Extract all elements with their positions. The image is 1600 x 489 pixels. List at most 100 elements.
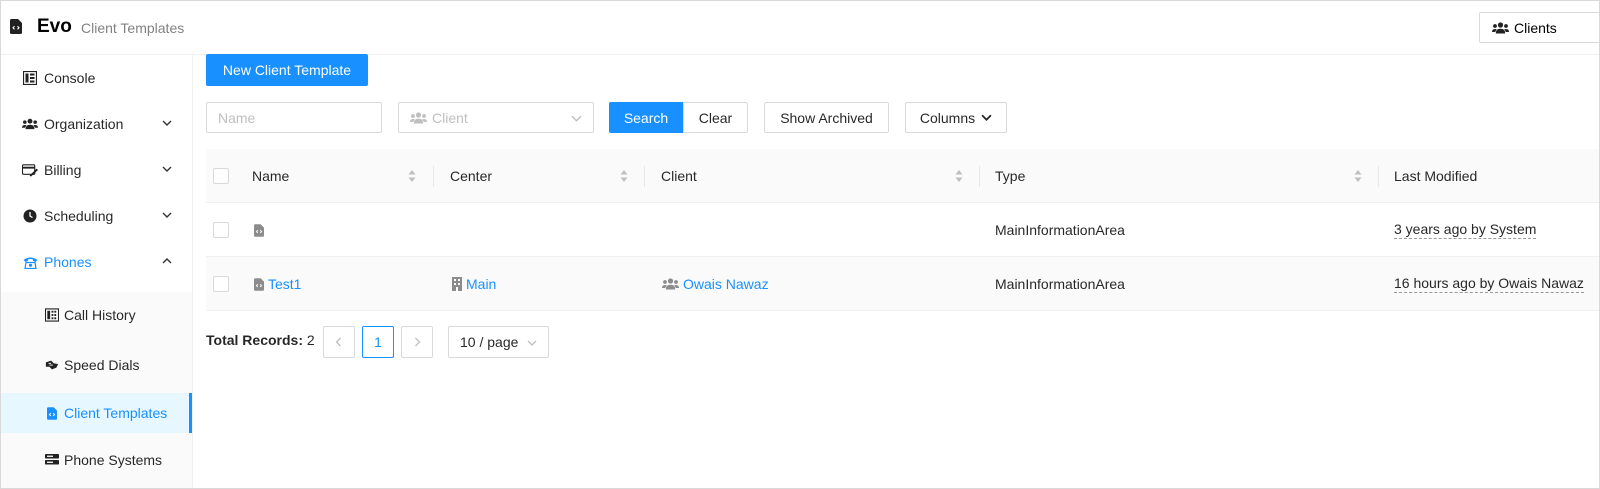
app-brand[interactable]: Evo [37, 16, 72, 38]
file-code-icon [45, 406, 59, 420]
sidebar-item-organization[interactable]: Organization [1, 101, 192, 147]
chevron-down-icon [162, 212, 172, 218]
chevron-down-icon [162, 120, 172, 126]
sidebar-item-phone-systems[interactable]: Phone Systems [1, 437, 192, 483]
console-icon [22, 70, 38, 86]
next-page-button[interactable] [401, 326, 433, 358]
type-cell: MainInformationArea [995, 276, 1125, 292]
select-all-checkbox[interactable] [213, 168, 229, 184]
submenu-item-label: Phone Systems [64, 452, 163, 468]
type-cell: MainInformationArea [995, 222, 1125, 238]
file-code-icon [252, 277, 266, 291]
submenu-item-label: Call History [64, 307, 136, 323]
column-divider [433, 166, 434, 187]
prev-page-button[interactable] [323, 326, 355, 358]
last-modified-cell: 16 hours ago by Owais Nawaz [1394, 257, 1584, 311]
client-link[interactable]: Owais Nawaz [683, 276, 769, 292]
sidebar-item-label: Console [44, 70, 96, 86]
chevron-down-icon [981, 114, 992, 121]
columns-button[interactable]: Columns [905, 102, 1007, 133]
file-code-icon [10, 19, 22, 34]
table-row[interactable]: MainInformationArea 3 years ago by Syste… [206, 203, 1599, 257]
table-header: Name Center Client Type Last Modified [206, 149, 1599, 203]
column-header-client[interactable]: Client [661, 149, 697, 203]
file-code-icon [252, 223, 266, 237]
speed-dial-icon [45, 358, 59, 372]
call-history-icon [45, 308, 59, 322]
column-header-last-modified[interactable]: Last Modified [1394, 149, 1477, 203]
users-icon [410, 111, 427, 124]
sort-icon[interactable] [1354, 169, 1362, 183]
column-header-type[interactable]: Type [995, 149, 1025, 203]
center-cell: Main [450, 257, 496, 311]
users-icon [1492, 21, 1509, 33]
sidebar-item-client-templates[interactable]: Client Templates [1, 393, 192, 433]
client-cell: Owais Nawaz [661, 257, 769, 311]
sidebar-item-label: Scheduling [44, 208, 114, 224]
select-all-cell [213, 149, 233, 203]
billing-icon [22, 162, 38, 178]
sort-icon[interactable] [620, 169, 628, 183]
total-records-value: 2 [306, 332, 315, 348]
column-divider [1378, 166, 1379, 187]
row-checkbox[interactable] [213, 276, 229, 292]
sort-icon[interactable] [408, 169, 416, 183]
app-frame: Evo Client Templates Clients Console Org… [0, 0, 1600, 489]
chevron-down-icon [162, 166, 172, 172]
phones-submenu: Call History Speed Dials Client Template… [1, 292, 192, 488]
column-header-name[interactable]: Name [252, 149, 289, 203]
column-header-center[interactable]: Center [450, 149, 492, 203]
sidebar: Console Organization Billing Scheduling [1, 55, 193, 488]
phone-icon [22, 254, 38, 270]
breadcrumb: Client Templates [81, 20, 185, 36]
sidebar-item-speed-dials[interactable]: Speed Dials [1, 342, 192, 388]
server-icon [45, 453, 59, 467]
sort-icon[interactable] [955, 169, 963, 183]
last-modified-text[interactable]: 16 hours ago by Owais Nawaz [1394, 275, 1584, 293]
submenu-item-label: Client Templates [64, 405, 168, 421]
page-size-select[interactable]: 10 / page [448, 326, 549, 358]
show-archived-button[interactable]: Show Archived [764, 102, 889, 133]
submenu-item-label: Speed Dials [64, 357, 140, 373]
sidebar-item-label: Phones [44, 254, 92, 270]
clients-button-label: Clients [1514, 19, 1557, 36]
page-1-button[interactable]: 1 [362, 326, 394, 358]
name-search-input[interactable] [206, 102, 382, 133]
table-row[interactable]: Test1 Main Owais Nawaz MainInformationAr… [206, 257, 1599, 311]
page-size-value: 10 / page [460, 334, 519, 350]
top-header: Evo Client Templates Clients [1, 1, 1599, 55]
chevron-left-icon [335, 337, 341, 347]
column-divider [644, 166, 645, 187]
center-link[interactable]: Main [466, 276, 496, 292]
sidebar-item-label: Billing [44, 162, 82, 178]
row-select-cell [213, 203, 233, 257]
total-records: Total Records: 2 [206, 332, 315, 348]
sidebar-item-scheduling[interactable]: Scheduling [1, 193, 192, 239]
name-cell: Test1 [252, 257, 301, 311]
building-icon [450, 277, 464, 291]
clients-button[interactable]: Clients [1479, 12, 1599, 43]
total-records-label: Total Records: [206, 332, 303, 348]
clear-button[interactable]: Clear [683, 102, 748, 133]
clock-icon [22, 208, 38, 224]
last-modified-cell: 3 years ago by System [1394, 203, 1537, 257]
sidebar-item-label: Organization [44, 116, 124, 132]
chevron-up-icon [162, 258, 172, 264]
chevron-down-icon [571, 115, 582, 122]
client-select[interactable]: Client [398, 102, 594, 133]
sidebar-item-phones[interactable]: Phones [1, 239, 192, 285]
users-icon [661, 277, 679, 291]
template-name-link[interactable]: Test1 [268, 276, 301, 292]
organization-icon [22, 116, 38, 132]
chevron-down-icon [527, 340, 537, 346]
sidebar-item-call-history[interactable]: Call History [1, 292, 192, 338]
last-modified-text[interactable]: 3 years ago by System [1394, 221, 1537, 239]
chevron-right-icon [415, 337, 421, 347]
new-client-template-button[interactable]: New Client Template [206, 54, 368, 86]
row-select-cell [213, 257, 233, 311]
column-divider [979, 166, 980, 187]
search-button[interactable]: Search [609, 102, 683, 133]
sidebar-item-billing[interactable]: Billing [1, 147, 192, 193]
row-checkbox[interactable] [213, 222, 229, 238]
sidebar-item-console[interactable]: Console [1, 55, 192, 101]
